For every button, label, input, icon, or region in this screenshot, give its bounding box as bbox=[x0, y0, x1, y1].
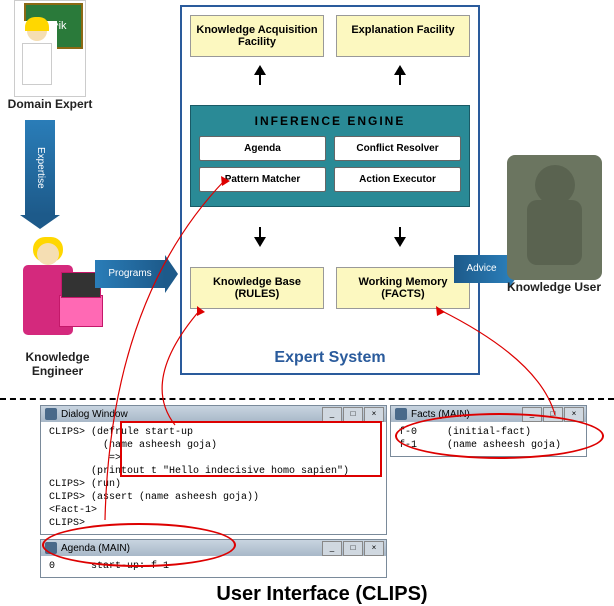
agenda-box: Agenda bbox=[199, 136, 326, 161]
section-divider bbox=[0, 398, 614, 400]
maximize-button[interactable]: □ bbox=[343, 541, 363, 556]
teacher-figure bbox=[17, 21, 57, 91]
pattern-matcher-box: Pattern Matcher bbox=[199, 167, 326, 192]
close-button[interactable]: × bbox=[364, 541, 384, 556]
dialog-titlebar[interactable]: Dialog Window _ □ × bbox=[41, 406, 386, 422]
window-icon bbox=[45, 408, 57, 420]
action-executor-box: Action Executor bbox=[334, 167, 461, 192]
facts-highlight bbox=[395, 413, 604, 459]
minimize-button[interactable]: _ bbox=[322, 541, 342, 556]
programs-arrow: Programs bbox=[95, 260, 165, 288]
knowledge-user-label: Knowledge User bbox=[494, 280, 614, 294]
close-button[interactable]: × bbox=[364, 407, 384, 422]
domain-expert: Σe^ik Domain Expert bbox=[5, 0, 95, 111]
expert-system-box: Knowledge Acquisition Facility Explanati… bbox=[180, 5, 480, 375]
knowledge-engineer: Knowledge Engineer bbox=[0, 235, 115, 378]
laptop-icon bbox=[59, 295, 103, 327]
knowledge-engineer-label: Knowledge Engineer bbox=[0, 350, 115, 378]
expertise-arrow: Expertise bbox=[25, 120, 55, 215]
expert-system-title: Expert System bbox=[182, 349, 478, 367]
ef-box: Explanation Facility bbox=[336, 15, 470, 57]
rules-highlight bbox=[120, 421, 382, 477]
kaf-box: Knowledge Acquisition Facility bbox=[190, 15, 324, 57]
conflict-resolver-box: Conflict Resolver bbox=[334, 136, 461, 161]
inference-engine-title: INFERENCE ENGINE bbox=[199, 114, 461, 128]
knowledge-base-box: Knowledge Base (RULES) bbox=[190, 267, 324, 309]
thinker-statue-icon bbox=[507, 155, 602, 280]
domain-expert-label: Domain Expert bbox=[5, 97, 95, 111]
ui-title: User Interface (CLIPS) bbox=[40, 583, 604, 606]
dialog-title: Dialog Window bbox=[61, 409, 128, 420]
knowledge-user: Knowledge User bbox=[494, 155, 614, 294]
maximize-button[interactable]: □ bbox=[343, 407, 363, 422]
minimize-button[interactable]: _ bbox=[322, 407, 342, 422]
agenda-highlight bbox=[42, 523, 236, 567]
domain-expert-illustration: Σe^ik bbox=[14, 0, 86, 97]
knowledge-engineer-illustration bbox=[8, 235, 108, 350]
inference-engine-box: INFERENCE ENGINE Agenda Conflict Resolve… bbox=[190, 105, 470, 207]
working-memory-box: Working Memory (FACTS) bbox=[336, 267, 470, 309]
window-icon bbox=[395, 408, 407, 420]
